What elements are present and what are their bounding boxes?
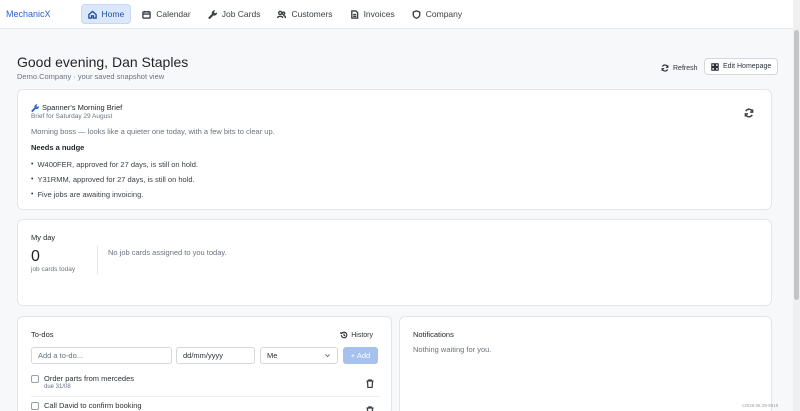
todo-assignee-select[interactable]: Me bbox=[260, 347, 338, 364]
home-icon bbox=[87, 9, 97, 19]
notifications-empty-message: Nothing waiting for you. bbox=[413, 345, 492, 354]
nav-item-label: Invoices bbox=[363, 9, 395, 19]
brief-list-item: Y31RMM, approved for 27 days, is still o… bbox=[31, 172, 198, 187]
nav-item-label: Customers bbox=[291, 9, 333, 19]
edit-homepage-label: Edit Homepage bbox=[723, 63, 772, 70]
delete-todo-button[interactable] bbox=[366, 375, 374, 389]
todo-text: Call David to confirm booking bbox=[44, 401, 142, 410]
brief-date: Brief for Saturday 29 August bbox=[31, 113, 113, 120]
brief-list-item: W400FER, approved for 27 days, is still … bbox=[31, 157, 198, 172]
todo-text: Order parts from mercedes bbox=[44, 374, 135, 383]
brief-intro: Morning boss — looks like a quieter one … bbox=[31, 127, 275, 136]
grid-icon bbox=[711, 62, 719, 71]
todo-checkbox[interactable] bbox=[31, 402, 39, 410]
top-navigation: MechanicX Home Calendar Job Cards Custom… bbox=[0, 0, 800, 29]
morning-brief-card: Spanner's Morning Brief Brief for Saturd… bbox=[17, 89, 772, 210]
users-icon bbox=[277, 10, 287, 18]
my-day-empty-message: No job cards assigned to you today. bbox=[108, 248, 227, 257]
delete-todo-button[interactable] bbox=[366, 402, 374, 411]
nav-item-label: Home bbox=[101, 9, 125, 19]
wrench-icon bbox=[31, 103, 39, 112]
version-label: c2026.08.29-8818 bbox=[742, 403, 779, 408]
nav-item-company[interactable]: Company bbox=[406, 4, 468, 24]
refresh-button[interactable]: Refresh bbox=[661, 62, 698, 74]
brand-logo[interactable]: MechanicX bbox=[6, 9, 51, 19]
todo-due: due 31/08 bbox=[44, 384, 71, 390]
notifications-title: Notifications bbox=[413, 330, 454, 339]
todos-title: To-dos bbox=[31, 330, 54, 339]
brief-refresh-button[interactable] bbox=[744, 105, 754, 118]
scrollbar-thumb[interactable] bbox=[794, 30, 799, 300]
brief-header: Spanner's Morning Brief bbox=[31, 103, 122, 112]
job-card-count: 0 bbox=[31, 248, 40, 265]
trash-icon bbox=[366, 406, 374, 411]
nav-item-label: Calendar bbox=[156, 9, 191, 19]
job-card-count-label: job cards today bbox=[31, 266, 76, 273]
invoice-icon bbox=[350, 9, 358, 19]
brief-title: Spanner's Morning Brief bbox=[42, 103, 123, 112]
refresh-icon bbox=[744, 108, 754, 118]
nav-item-invoices[interactable]: Invoices bbox=[344, 4, 401, 24]
history-label: History bbox=[351, 331, 373, 339]
page-subtitle: Demo.Company · your saved snapshot view bbox=[17, 72, 165, 81]
refresh-icon bbox=[661, 64, 669, 72]
assignee-value: Me bbox=[267, 351, 278, 360]
brief-list: W400FER, approved for 27 days, is still … bbox=[31, 157, 198, 202]
history-button[interactable]: History bbox=[340, 331, 373, 339]
refresh-button-label: Refresh bbox=[673, 64, 698, 72]
nav-item-job-cards[interactable]: Job Cards bbox=[202, 4, 267, 24]
calendar-icon bbox=[142, 10, 151, 19]
todos-card: To-dos History Add a to-do... dd/mm/yyyy… bbox=[17, 316, 392, 411]
my-day-card: My day 0 job cards today No job cards as… bbox=[17, 219, 772, 306]
notifications-card: Notifications Nothing waiting for you. bbox=[399, 316, 772, 411]
my-day-title: My day bbox=[31, 233, 56, 242]
edit-homepage-button[interactable]: Edit Homepage bbox=[704, 58, 779, 75]
chevron-down-icon bbox=[325, 354, 330, 358]
todo-checkbox[interactable] bbox=[31, 375, 39, 383]
scrollbar[interactable] bbox=[793, 0, 800, 411]
page-title: Good evening, Dan Staples bbox=[17, 54, 189, 70]
nav-item-calendar[interactable]: Calendar bbox=[136, 4, 197, 24]
trash-icon bbox=[366, 379, 374, 389]
todo-due-date-input[interactable]: dd/mm/yyyy bbox=[176, 347, 255, 364]
nav-item-home[interactable]: Home bbox=[80, 4, 132, 24]
shield-icon bbox=[412, 9, 421, 19]
history-icon bbox=[340, 331, 348, 339]
divider bbox=[31, 396, 381, 397]
brief-section-heading: Needs a nudge bbox=[31, 143, 85, 152]
wrench-icon bbox=[207, 9, 217, 19]
nav-item-customers[interactable]: Customers bbox=[271, 4, 338, 24]
add-todo-button[interactable]: + Add bbox=[343, 347, 378, 364]
nav-item-label: Company bbox=[425, 9, 463, 19]
todo-input[interactable]: Add a to-do... bbox=[31, 347, 172, 364]
divider bbox=[97, 246, 98, 274]
brief-list-item: Five jobs are awaiting invoicing. bbox=[31, 187, 198, 202]
nav-item-label: Job Cards bbox=[221, 9, 261, 19]
